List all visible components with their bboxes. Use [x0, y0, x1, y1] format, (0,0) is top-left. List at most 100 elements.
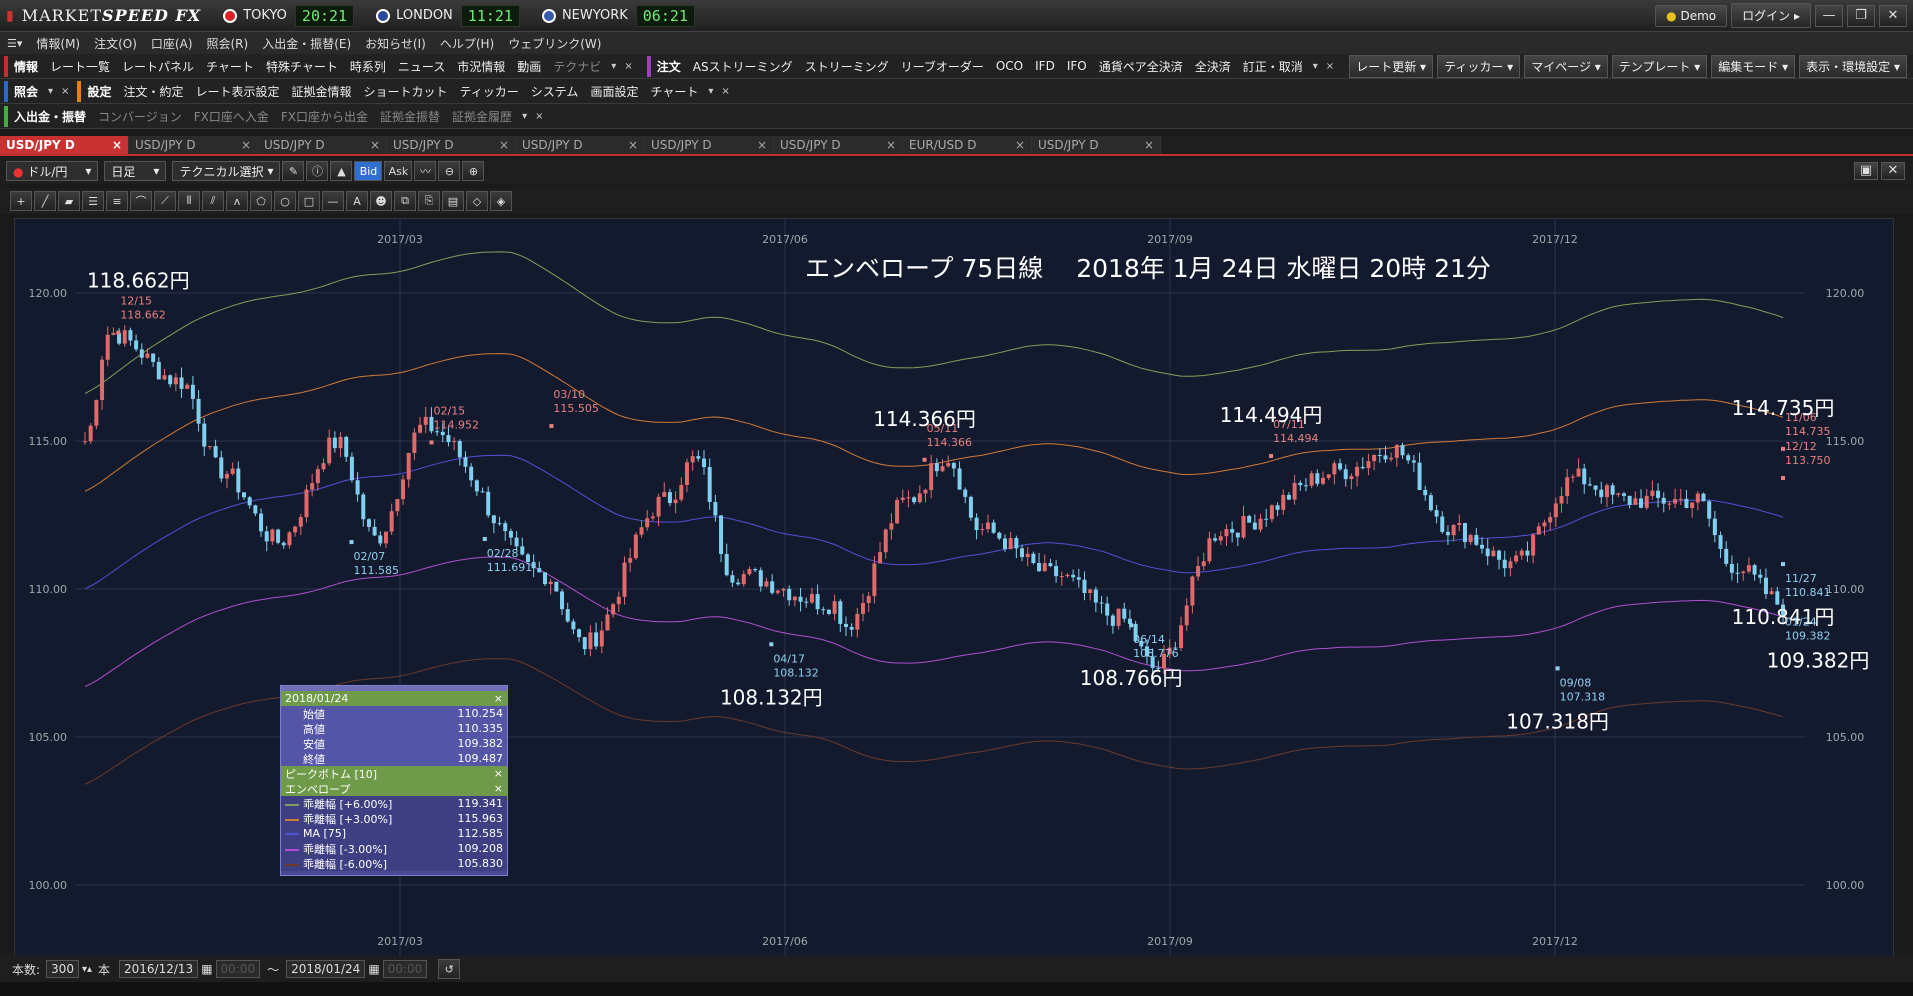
info-menu-item[interactable]: テクナビ	[547, 58, 607, 75]
toolbar-dropdown-button[interactable]: 編集モード ▾	[1711, 54, 1796, 78]
info-menu-item[interactable]: 動画	[511, 58, 547, 75]
menu-item[interactable]: お知らせ(I)	[358, 35, 433, 52]
toolbar-dropdown-button[interactable]: マイページ ▾	[1524, 54, 1608, 78]
tab-close-icon[interactable]: ×	[499, 138, 509, 152]
erase-icon[interactable]: ◇	[466, 191, 488, 211]
minimize-icon[interactable]: —	[1815, 4, 1843, 27]
toolbar-dropdown-button[interactable]: 表示・環境設定 ▾	[1799, 54, 1907, 78]
transfer-menu-item[interactable]: 証拠金振替	[374, 108, 446, 125]
order-menu-item[interactable]: 訂正・取消	[1237, 58, 1309, 75]
info-menu-item[interactable]: チャート	[200, 58, 260, 75]
close-icon[interactable]: ×	[717, 86, 733, 97]
order-menu-item[interactable]: ASストリーミング	[687, 58, 799, 75]
settings-menu-item[interactable]: チャート	[644, 83, 704, 100]
login-button[interactable]: ログイン ▸	[1731, 3, 1811, 28]
settings-menu-item[interactable]: システム	[525, 83, 585, 100]
chart-tab[interactable]: EUR/USD D ×	[903, 136, 1032, 154]
settings-menu-item[interactable]: ショートカット	[358, 83, 454, 100]
paste-icon[interactable]: ⎘	[418, 191, 440, 211]
dropdown-icon[interactable]: ▾	[518, 111, 531, 122]
rect-icon[interactable]: □	[298, 191, 320, 211]
transfer-menu-item[interactable]: 証拠金履歴	[446, 108, 518, 125]
count-stepper[interactable]: ▾▴	[82, 964, 92, 975]
order-menu-item[interactable]: 通貨ペア全決済	[1093, 58, 1189, 75]
close-icon[interactable]: ×	[494, 692, 503, 705]
channel-icon[interactable]: ≡	[106, 191, 128, 211]
calendar-icon[interactable]: ▦	[201, 962, 212, 976]
order-menu-item[interactable]: OCO	[990, 59, 1029, 73]
tab-close-icon[interactable]: ×	[1015, 138, 1025, 152]
toolbar-dropdown-button[interactable]: ティッカー ▾	[1437, 54, 1521, 78]
order-menu-item[interactable]: リーブオーダー	[895, 58, 990, 75]
to-time-input[interactable]: 00:00	[382, 960, 428, 978]
chart-tab[interactable]: USD/JPY D ×	[129, 136, 258, 154]
technical-select[interactable]: テクニカル選択 ▾	[172, 161, 281, 181]
restore-icon[interactable]: ❐	[1847, 4, 1875, 27]
icon-icon[interactable]: ☻	[370, 191, 392, 211]
save-icon[interactable]: ▤	[442, 191, 464, 211]
crosshair-icon[interactable]: +	[10, 191, 32, 211]
chart-tab[interactable]: USD/JPY D ×	[1032, 136, 1161, 154]
circle-icon[interactable]: ○	[274, 191, 296, 211]
app-menu-icon[interactable]: ▮	[6, 8, 14, 24]
chart-tab[interactable]: USD/JPY D ×	[516, 136, 645, 154]
settings-menu-item[interactable]: レート表示設定	[189, 83, 285, 100]
fib-icon[interactable]: ⦀	[178, 191, 200, 211]
pentagon-icon[interactable]: ⬠	[250, 191, 272, 211]
maximize-chart-icon[interactable]: ▣	[1854, 162, 1878, 180]
info-menu-item[interactable]: ニュース	[392, 58, 451, 75]
zoom-out-icon[interactable]: ⊖	[438, 161, 461, 181]
order-menu-item[interactable]: IFD	[1029, 59, 1061, 73]
currency-pair-select[interactable]: ● ドル/円 ▾	[6, 161, 99, 181]
info-icon[interactable]: ⓘ	[306, 161, 329, 181]
chart-tab[interactable]: USD/JPY D ×	[258, 136, 387, 154]
info-menu-item[interactable]: レートパネル	[116, 58, 200, 75]
data-window[interactable]: 2018/01/24 × 始値 110.254 高値 110.335 安値 109.382 終…	[280, 685, 508, 876]
from-time-input[interactable]: 00:00	[215, 960, 261, 978]
pen-icon[interactable]: ✎	[282, 161, 305, 181]
close-icon[interactable]: ×	[494, 782, 503, 795]
info-menu-item[interactable]: 時系列	[344, 58, 392, 75]
settings-menu-item[interactable]: ティッカー	[454, 83, 525, 100]
tab-close-icon[interactable]: ×	[370, 138, 380, 152]
pitchfork-icon[interactable]: ⫽	[202, 191, 224, 211]
transfer-menu-item[interactable]: FX口座から出金	[275, 108, 374, 125]
tab-close-icon[interactable]: ×	[1144, 138, 1154, 152]
demo-button[interactable]: ● Demo	[1655, 4, 1728, 27]
copy-icon[interactable]: ⧉	[394, 191, 416, 211]
chart-tab[interactable]: USD/JPY D ×	[387, 136, 516, 154]
ruler-icon[interactable]: ▰	[58, 191, 80, 211]
close-icon[interactable]: ×	[494, 767, 503, 780]
close-icon[interactable]: ✕	[1879, 4, 1907, 27]
tab-close-icon[interactable]: ×	[757, 138, 767, 152]
order-menu-item[interactable]: 全決済	[1189, 58, 1237, 75]
menu-item[interactable]: 口座(A)	[144, 35, 200, 52]
close-chart-icon[interactable]: ✕	[1881, 162, 1905, 180]
menu-item[interactable]: 注文(O)	[87, 35, 144, 52]
wave-icon[interactable]: ʌ	[226, 191, 248, 211]
chart-style-icon[interactable]: 〰	[414, 161, 437, 181]
line-icon[interactable]: ╱	[34, 191, 56, 211]
tab-close-icon[interactable]: ×	[886, 138, 896, 152]
menu-item[interactable]: 照会(R)	[200, 35, 256, 52]
chart-tab[interactable]: USD/JPY D ×	[645, 136, 774, 154]
dropdown-icon[interactable]: ▾	[44, 86, 57, 97]
count-input[interactable]: 300	[46, 960, 79, 978]
info-menu-item[interactable]: 特殊チャート	[260, 58, 344, 75]
transfer-menu-item[interactable]: FX口座へ入金	[188, 108, 275, 125]
menu-item[interactable]: ウェブリンク(W)	[501, 35, 608, 52]
tab-close-icon[interactable]: ×	[241, 138, 251, 152]
from-date-input[interactable]: 2016/12/13	[119, 960, 199, 978]
refresh-icon[interactable]: ↺	[438, 959, 461, 979]
order-menu-item[interactable]: IFO	[1061, 59, 1093, 73]
close-icon[interactable]: ×	[531, 111, 547, 122]
to-date-input[interactable]: 2018/01/24	[286, 960, 366, 978]
info-menu-item[interactable]: 市況情報	[451, 58, 511, 75]
text-icon[interactable]: A	[346, 191, 368, 211]
tab-close-icon[interactable]: ×	[628, 138, 638, 152]
zoom-in-icon[interactable]: ⊕	[462, 161, 485, 181]
eraseall-icon[interactable]: ◈	[490, 191, 512, 211]
close-icon[interactable]: ×	[1322, 61, 1338, 72]
toolbar-dropdown-button[interactable]: テンプレート ▾	[1611, 54, 1708, 78]
tab-close-icon[interactable]: ×	[112, 138, 122, 152]
